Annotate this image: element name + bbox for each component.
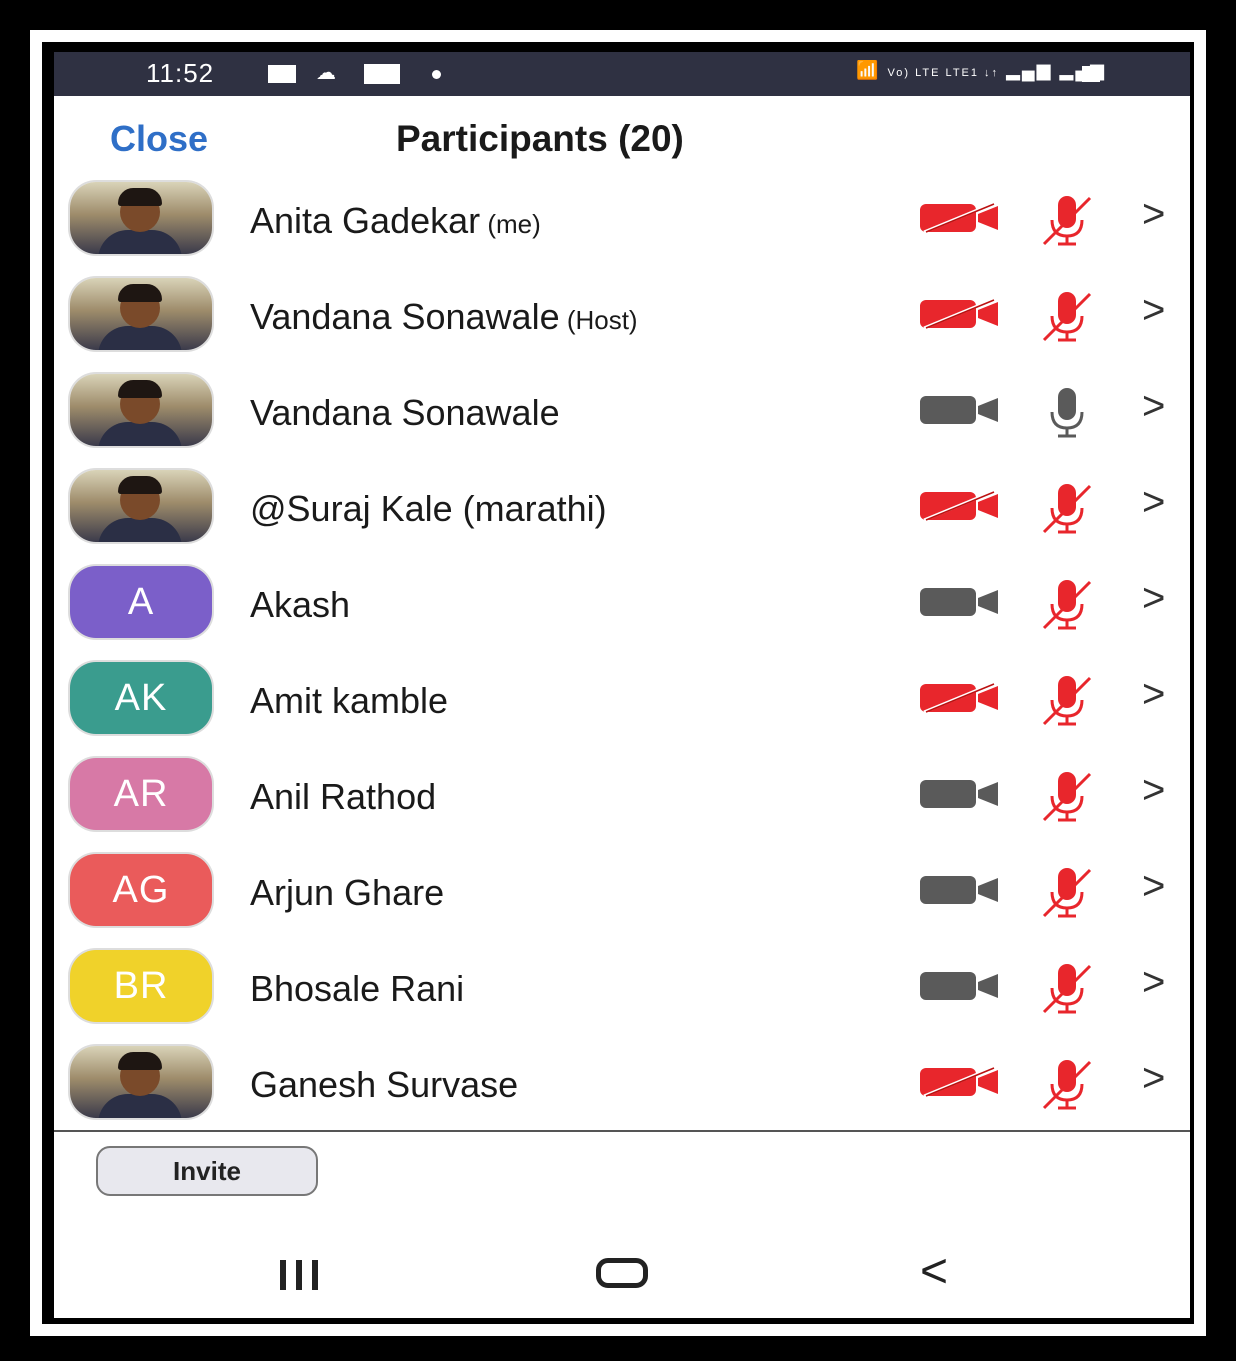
microphone-off-icon bbox=[1040, 480, 1094, 536]
video-camera-off-icon bbox=[920, 682, 1000, 714]
participant-name-text: Akash bbox=[250, 584, 351, 625]
participant-name-text: Vandana Sonawale bbox=[250, 296, 560, 337]
signal-icon: ▂▄▆ bbox=[1006, 60, 1053, 80]
participant-name: Anita Gadekar (me) bbox=[250, 200, 541, 242]
microphone-off-icon bbox=[1040, 576, 1094, 632]
microphone-off-icon bbox=[1040, 672, 1094, 728]
video-camera-icon bbox=[920, 586, 1000, 618]
participant-name: Vandana Sonawale bbox=[250, 392, 560, 434]
participant-row[interactable]: Ganesh Survase > bbox=[54, 1036, 1190, 1132]
avatar bbox=[70, 278, 212, 350]
participant-row[interactable]: AG Arjun Ghare > bbox=[54, 844, 1190, 940]
chevron-right-icon[interactable]: > bbox=[1142, 480, 1165, 525]
participant-name-text: Vandana Sonawale bbox=[250, 392, 560, 433]
weather-icon: ☁ bbox=[316, 62, 336, 84]
participant-name: Anil Rathod bbox=[250, 776, 436, 818]
video-camera-icon bbox=[920, 778, 1000, 810]
participant-tag: (Host) bbox=[559, 305, 638, 335]
avatar: AK bbox=[70, 662, 212, 734]
microphone-off-icon bbox=[1040, 864, 1094, 920]
participant-tag: (me) bbox=[480, 209, 541, 239]
video-camera-off-icon bbox=[920, 202, 1000, 234]
chevron-right-icon[interactable]: > bbox=[1142, 672, 1165, 717]
avatar-initials: AG bbox=[112, 868, 170, 911]
back-icon[interactable]: < bbox=[920, 1244, 948, 1299]
microphone-off-icon bbox=[1040, 1056, 1094, 1112]
avatar bbox=[70, 470, 212, 542]
avatar bbox=[70, 374, 212, 446]
microphone-off-icon bbox=[1040, 960, 1094, 1016]
gallery-icon bbox=[268, 65, 296, 83]
status-time: 11:52 bbox=[146, 58, 215, 88]
chevron-right-icon[interactable]: > bbox=[1142, 288, 1165, 333]
navigation-bar: < bbox=[54, 1232, 1190, 1318]
avatar-initials: BR bbox=[113, 964, 169, 1007]
notification-dot-icon bbox=[432, 70, 441, 79]
network-label: Vo) LTE LTE1 ↓↑ bbox=[887, 67, 1000, 79]
video-camera-off-icon bbox=[920, 298, 1000, 330]
participant-name-text: Amit kamble bbox=[250, 680, 449, 721]
participant-row[interactable]: Anita Gadekar (me) > bbox=[54, 172, 1190, 268]
participant-name: Bhosale Rani bbox=[250, 968, 464, 1010]
network-indicators: 📶 Vo) LTE LTE1 ↓↑ ▂▄▆ ▂▄▆ bbox=[856, 60, 1106, 81]
video-camera-icon bbox=[920, 394, 1000, 426]
avatar: AG bbox=[70, 854, 212, 926]
chevron-right-icon[interactable]: > bbox=[1142, 864, 1165, 909]
avatar-initials: AR bbox=[113, 772, 169, 815]
participant-row[interactable]: AK Amit kamble > bbox=[54, 652, 1190, 748]
participant-row[interactable]: AR Anil Rathod > bbox=[54, 748, 1190, 844]
chevron-right-icon[interactable]: > bbox=[1142, 576, 1165, 621]
microphone-icon bbox=[1040, 384, 1094, 440]
avatar: BR bbox=[70, 950, 212, 1022]
page-title: Participants (20) bbox=[396, 118, 684, 159]
participant-name: Amit kamble bbox=[250, 680, 448, 722]
avatar: A bbox=[70, 566, 212, 638]
microphone-off-icon bbox=[1040, 192, 1094, 248]
avatar-initials: A bbox=[127, 580, 155, 623]
chevron-right-icon[interactable]: > bbox=[1142, 960, 1165, 1005]
participant-name-text: Ganesh Survase bbox=[250, 1064, 519, 1105]
avatar-initials: AK bbox=[114, 676, 168, 719]
avatar bbox=[70, 182, 212, 254]
participant-row[interactable]: Vandana Sonawale > bbox=[54, 364, 1190, 460]
video-camera-icon bbox=[920, 970, 1000, 1002]
participant-row[interactable]: BR Bhosale Rani > bbox=[54, 940, 1190, 1036]
video-camera-off-icon bbox=[920, 490, 1000, 522]
chevron-right-icon[interactable]: > bbox=[1142, 768, 1165, 813]
close-button[interactable]: Close bbox=[110, 118, 208, 160]
participant-name: Arjun Ghare bbox=[250, 872, 444, 914]
participant-row[interactable]: A Akash > bbox=[54, 556, 1190, 652]
battery-icon bbox=[1082, 66, 1100, 82]
microphone-off-icon bbox=[1040, 288, 1094, 344]
divider bbox=[54, 1130, 1190, 1132]
phone-screen: 11:52 ☁ 📶 Vo) LTE LTE1 ↓↑ ▂▄▆ ▂▄▆ Close … bbox=[54, 52, 1190, 1318]
participant-name-text: Anita Gadekar bbox=[250, 200, 481, 241]
chevron-right-icon[interactable]: > bbox=[1142, 1056, 1165, 1101]
microphone-off-icon bbox=[1040, 768, 1094, 824]
participant-list: Anita Gadekar (me) > Vandana Sonawale (Hos… bbox=[54, 172, 1190, 1132]
participant-name-text: Anil Rathod bbox=[250, 776, 437, 817]
participant-name: Ganesh Survase bbox=[250, 1064, 518, 1106]
participant-row[interactable]: @Suraj Kale (marathi) > bbox=[54, 460, 1190, 556]
video-camera-off-icon bbox=[920, 1066, 1000, 1098]
chevron-right-icon[interactable]: > bbox=[1142, 384, 1165, 429]
video-camera-icon bbox=[920, 874, 1000, 906]
participant-name-text: @Suraj Kale (marathi) bbox=[250, 488, 607, 529]
participant-name-text: Bhosale Rani bbox=[250, 968, 465, 1009]
home-icon[interactable] bbox=[596, 1258, 648, 1288]
participant-name: Vandana Sonawale (Host) bbox=[250, 296, 638, 338]
participant-name-text: Arjun Ghare bbox=[250, 872, 445, 913]
participant-name: Akash bbox=[250, 584, 350, 626]
avatar: AR bbox=[70, 758, 212, 830]
invite-button[interactable]: Invite bbox=[96, 1146, 318, 1196]
recent-apps-icon[interactable] bbox=[280, 1260, 332, 1290]
avatar bbox=[70, 1046, 212, 1118]
participant-row[interactable]: Vandana Sonawale (Host) > bbox=[54, 268, 1190, 364]
wifi-icon: 📶 bbox=[856, 60, 881, 80]
chevron-right-icon[interactable]: > bbox=[1142, 192, 1165, 237]
news-icon bbox=[364, 64, 400, 84]
status-bar: 11:52 ☁ 📶 Vo) LTE LTE1 ↓↑ ▂▄▆ ▂▄▆ bbox=[54, 52, 1190, 96]
participant-name: @Suraj Kale (marathi) bbox=[250, 488, 607, 530]
participants-header: Close Participants (20) bbox=[54, 96, 1190, 176]
